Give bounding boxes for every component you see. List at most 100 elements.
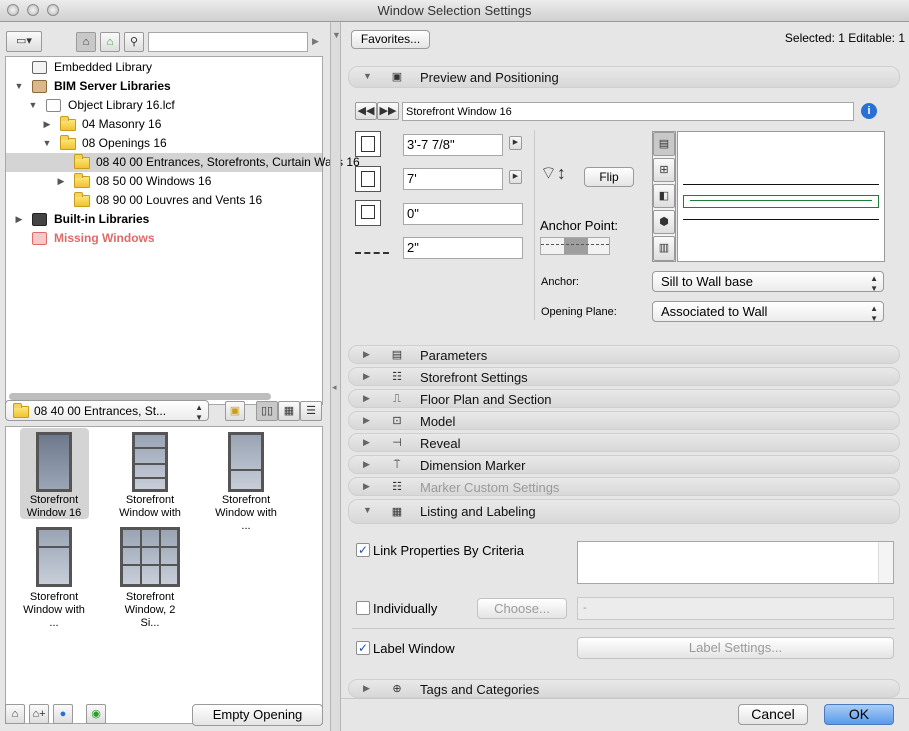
tree-scrollbar[interactable]	[9, 393, 271, 400]
tree-item[interactable]: 08 90 00 Louvres and Vents 16	[6, 191, 322, 210]
bim-server-icon	[32, 80, 47, 93]
section-label: Parameters	[420, 348, 488, 363]
opening-plane-label: Opening Plane:	[541, 306, 617, 318]
choose-button[interactable]: Choose...	[477, 598, 567, 619]
anchor-point-selector[interactable]	[540, 237, 610, 255]
tree-item[interactable]: Missing Windows	[6, 229, 322, 248]
list-view-icon[interactable]: ▥	[653, 236, 675, 261]
section-listing-and-labeling[interactable]: ▼ ▦ Listing and Labeling	[348, 499, 900, 524]
disclosure-closed-icon: ▶	[363, 459, 370, 469]
tree-item[interactable]: ▶ 08 50 00 Windows 16	[6, 172, 322, 191]
folder-icon	[13, 403, 29, 418]
close-window-button[interactable]	[7, 4, 19, 16]
disclosure-open-icon[interactable]: ▼	[28, 96, 38, 115]
opening-plane-popup[interactable]: Associated to Wall ▲ ▼	[652, 301, 884, 323]
disclosure-open-icon[interactable]: ▼	[42, 134, 52, 153]
view-mode-button[interactable]: ▭▾	[6, 31, 42, 52]
popup-arrows-icon: ▲ ▼	[195, 403, 203, 422]
label-settings-button[interactable]: Label Settings...	[577, 637, 894, 659]
zoom-window-button[interactable]	[47, 4, 59, 16]
front-view-icon[interactable]: ⊞	[653, 158, 675, 182]
tree-item[interactable]: ▼ 08 Openings 16	[6, 134, 322, 153]
ok-button[interactable]: OK	[824, 704, 894, 725]
reveal-icon: ⊣	[392, 437, 402, 449]
disclosure-open-icon: ▼	[363, 71, 372, 81]
3d-view-icon[interactable]: ⬢	[653, 210, 675, 234]
object-name-field[interactable]: Storefront Window 16	[402, 102, 854, 121]
popup-arrows-icon: ▲ ▼	[870, 274, 878, 293]
section-storefront-settings[interactable]: ▶ ☷ Storefront Settings	[348, 367, 900, 386]
globe-icon[interactable]: ●	[53, 704, 73, 724]
link-properties-checkbox[interactable]: ✓	[356, 543, 370, 557]
disclosure-closed-icon[interactable]: ▶	[14, 210, 24, 229]
grid-view-button[interactable]: ▦	[278, 401, 300, 421]
width-field[interactable]: 3'-7 7/8"	[403, 134, 503, 156]
tree-item[interactable]: ▼ BIM Server Libraries	[6, 77, 322, 96]
sill-height-field[interactable]: 0"	[403, 203, 523, 225]
dimension-marker-icon: ⍡	[393, 459, 401, 471]
section-reveal[interactable]: ▶ ⊣ Reveal	[348, 433, 900, 452]
thumbnail-storefront-window-with-2[interactable]: Storefront Window with ...	[211, 494, 281, 533]
reveal-depth-icon	[355, 240, 389, 254]
thumbnail-storefront-window-with-3[interactable]: Storefront Window with ...	[19, 591, 89, 630]
section-dimension-marker[interactable]: ▶ ⍡ Dimension Marker	[348, 455, 900, 474]
info-icon[interactable]: i	[861, 103, 877, 119]
object-thumbnails[interactable]: Storefront Window 16 Storefront Window wit…	[5, 426, 323, 724]
storefront-settings-icon: ☷	[392, 371, 402, 383]
list-view-button[interactable]: ☰	[300, 401, 322, 421]
favorites-button[interactable]: Favorites...	[351, 30, 430, 49]
cancel-button[interactable]: Cancel	[738, 704, 808, 725]
section-floor-plan-and-section[interactable]: ▶ ⎍ Floor Plan and Section	[348, 389, 900, 408]
library-search-input[interactable]	[148, 32, 308, 52]
individually-checkbox[interactable]	[356, 601, 370, 615]
library-manager-icon[interactable]: ⌂	[5, 704, 25, 724]
thumbnail-storefront-window-16[interactable]: Storefront Window 16	[19, 494, 89, 520]
preview-view-selector[interactable]: ▤ ⊞ ◧ ⬢ ▥	[652, 131, 676, 262]
pane-divider[interactable]: ▼ ◂	[330, 22, 341, 731]
anchor-popup[interactable]: Sill to Wall base ▲ ▼	[652, 271, 884, 293]
disclosure-closed-icon[interactable]: ▶	[42, 115, 52, 134]
width-arrow-button[interactable]: ▶	[509, 136, 522, 150]
bimcomponents-icon[interactable]: ◉	[86, 704, 106, 724]
section-label: Marker Custom Settings	[420, 480, 560, 495]
floor-plan-view-icon[interactable]: ▤	[653, 132, 675, 156]
separator	[352, 628, 895, 629]
label-window-checkbox[interactable]: ✓	[356, 641, 370, 655]
flip-button[interactable]: Flip	[584, 167, 634, 187]
empty-opening-button[interactable]: Empty Opening	[192, 704, 323, 726]
disclosure-open-icon[interactable]: ▼	[14, 77, 24, 96]
thumbnail-storefront-window-2-si[interactable]: Storefront Window, 2 Si...	[115, 591, 185, 630]
previous-object-button[interactable]: ◀◀	[355, 102, 377, 120]
next-object-button[interactable]: ▶▶	[377, 102, 399, 120]
disclosure-closed-icon[interactable]: ▶	[56, 172, 66, 191]
section-parameters[interactable]: ▶ ▤ Parameters	[348, 345, 900, 364]
tree-item-label: 08 40 00 Entrances, Storefronts, Curtain…	[96, 155, 360, 169]
section-model[interactable]: ▶ ⊡ Model	[348, 411, 900, 430]
object-filter-icon[interactable]: ⌂	[76, 32, 96, 52]
green-filter-icon[interactable]: ⌂	[100, 32, 120, 52]
height-arrow-button[interactable]: ▶	[509, 170, 522, 184]
tree-item[interactable]: ▶ 04 Masonry 16	[6, 115, 322, 134]
tree-item[interactable]: 08 40 00 Entrances, Storefronts, Curtain…	[6, 153, 360, 172]
tree-item[interactable]: ▶ Built-in Libraries	[6, 210, 322, 229]
tree-item[interactable]: ▼ Object Library 16.lcf	[6, 96, 322, 115]
section-preview-and-positioning[interactable]: ▼ ▣ Preview and Positioning	[348, 66, 900, 88]
criteria-list[interactable]	[577, 541, 894, 584]
library-tree[interactable]: Embedded Library ▼ BIM Server Libraries ▼ Ob…	[5, 56, 360, 405]
disclosure-closed-icon: ▶	[363, 683, 370, 693]
folder-popup[interactable]: 08 40 00 Entrances, St... ▲ ▼	[5, 400, 209, 422]
folder-up-icon[interactable]: ▣	[225, 401, 245, 421]
section-tags-and-categories[interactable]: ▶ ⊕ Tags and Categories	[348, 679, 900, 698]
height-field[interactable]: 7'	[403, 168, 503, 190]
tree-item-label: 04 Masonry 16	[82, 117, 162, 131]
tree-item[interactable]: Embedded Library	[6, 58, 322, 77]
side-view-icon[interactable]: ◧	[653, 184, 675, 208]
search-arrow-icon[interactable]: ▶	[312, 36, 319, 47]
tags-icon: ⊕	[392, 683, 402, 695]
search-icon[interactable]: ⚲	[124, 32, 144, 52]
large-icons-view-button[interactable]: ▯▯	[256, 401, 278, 421]
add-object-icon[interactable]: ⌂+	[29, 704, 49, 724]
section-marker-custom-settings[interactable]: ▶ ☷ Marker Custom Settings	[348, 477, 900, 496]
minimize-window-button[interactable]	[27, 4, 39, 16]
reveal-depth-field[interactable]: 2"	[403, 237, 523, 259]
